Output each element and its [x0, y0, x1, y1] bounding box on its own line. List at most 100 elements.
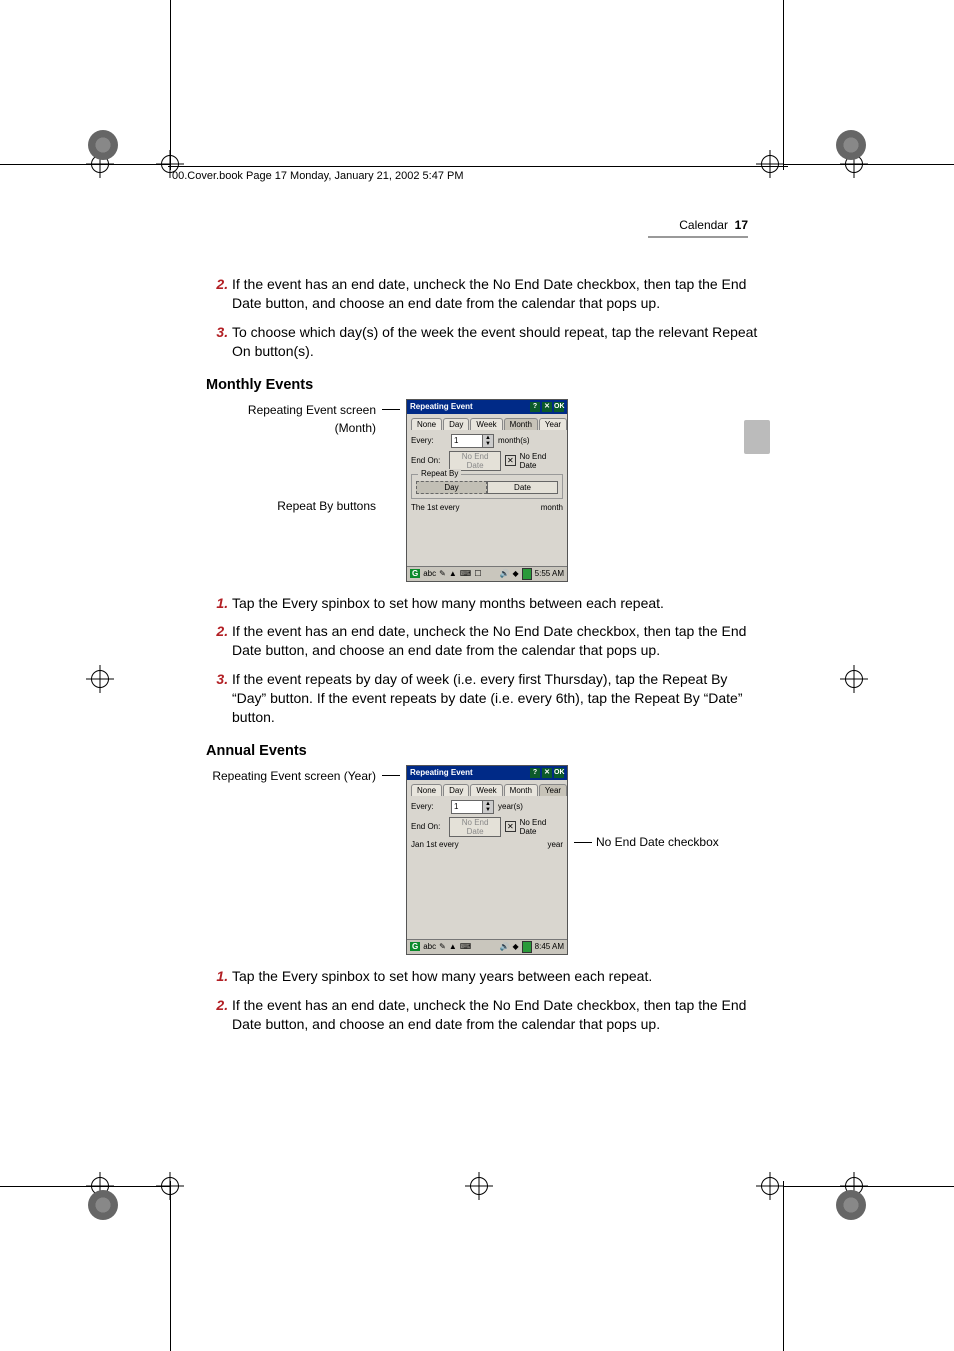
intro-steps: If the event has an end date, uncheck th…: [206, 275, 761, 361]
close-icon[interactable]: ✕: [542, 402, 552, 412]
repeat-by-segment[interactable]: Day Date: [416, 481, 558, 494]
help-icon[interactable]: ?: [530, 402, 540, 412]
heading-monthly: Monthly Events: [206, 377, 761, 393]
start-icon[interactable]: G: [410, 569, 420, 578]
pda-title: Repeating Event: [410, 768, 473, 777]
pen-icon[interactable]: ✎: [439, 569, 446, 578]
desc-right: year: [547, 840, 563, 849]
end-date-button[interactable]: No End Date: [449, 817, 501, 837]
annual-step-2: If the event has an end date, uncheck th…: [232, 996, 761, 1034]
tab-none[interactable]: None: [411, 418, 442, 430]
sip-abc-icon[interactable]: abc: [423, 569, 436, 578]
tab-year[interactable]: Year: [539, 418, 567, 430]
every-value[interactable]: 1: [452, 436, 482, 445]
sync-icon[interactable]: ◆: [512, 569, 518, 578]
crop-mark: [756, 150, 784, 178]
sip-abc-icon[interactable]: abc: [423, 942, 436, 951]
every-unit: year(s): [498, 802, 523, 811]
crop-ball: [88, 1190, 118, 1220]
tab-none[interactable]: None: [411, 784, 442, 796]
figure-annual: Repeating Event screen (Year) Repeating …: [206, 765, 761, 955]
ok-icon[interactable]: OK: [554, 768, 564, 778]
battery-icon: [522, 941, 532, 953]
repeat-by-date-button[interactable]: Date: [487, 481, 558, 494]
every-spinbox[interactable]: 1 ▲▼: [451, 434, 494, 448]
titlebar-buttons[interactable]: ? ✕ OK: [530, 768, 564, 778]
step-2: If the event has an end date, uncheck th…: [232, 275, 761, 313]
print-header: 00.Cover.book Page 17 Monday, January 21…: [172, 170, 464, 182]
callout-repeat-by: Repeat By buttons: [206, 497, 376, 515]
no-end-date-label: No End Date: [520, 818, 563, 836]
tab-day[interactable]: Day: [443, 418, 469, 430]
end-label: End On:: [411, 822, 445, 831]
battery-icon: [522, 568, 532, 580]
close-icon[interactable]: ✕: [542, 768, 552, 778]
page-number: 17: [735, 218, 748, 232]
titlebar-buttons[interactable]: ? ✕ OK: [530, 402, 564, 412]
up-icon[interactable]: ▲: [449, 569, 457, 578]
monthly-step-2: If the event has an end date, uncheck th…: [232, 622, 761, 660]
ok-icon[interactable]: OK: [554, 402, 564, 412]
sync-icon[interactable]: ◆: [512, 942, 518, 951]
end-label: End On:: [411, 456, 445, 465]
pda-screenshot-month: Repeating Event ? ✕ OK None Day Week Mon…: [406, 399, 568, 582]
no-end-date-checkbox[interactable]: ✕: [505, 455, 516, 466]
no-end-date-checkbox[interactable]: ✕: [505, 821, 516, 832]
crop-mark: [840, 665, 868, 693]
callout-no-end-date: No End Date checkbox: [574, 765, 744, 849]
header-rule: [168, 166, 788, 167]
keyboard-icon[interactable]: ⌨: [460, 569, 472, 578]
repeat-by-label: Repeat By: [418, 469, 461, 478]
monthly-steps: Tap the Every spinbox to set how many mo…: [206, 594, 761, 727]
every-label: Every:: [411, 436, 447, 445]
help-icon[interactable]: ?: [530, 768, 540, 778]
end-date-button[interactable]: No End Date: [449, 451, 501, 471]
running-head-rule: [648, 236, 748, 238]
every-value[interactable]: 1: [452, 802, 482, 811]
repeat-tabs[interactable]: None Day Week Month Year: [411, 784, 563, 796]
desc-left: The 1st every: [411, 503, 459, 512]
taskbar: G abc ✎ ▲ ⌨ 🔊 ◆ 8:45 AM: [407, 939, 567, 954]
desc-right: month: [541, 503, 563, 512]
step-3: To choose which day(s) of the week the e…: [232, 323, 761, 361]
no-end-date-label: No End Date: [520, 452, 563, 470]
tab-month[interactable]: Month: [504, 418, 538, 430]
crop-ball: [836, 130, 866, 160]
repeat-by-group: Repeat By Day Date: [411, 474, 563, 499]
annual-step-1: Tap the Every spinbox to set how many ye…: [232, 967, 761, 986]
tab-week[interactable]: Week: [470, 784, 502, 796]
pda-title: Repeating Event: [410, 402, 473, 411]
monthly-step-1: Tap the Every spinbox to set how many mo…: [232, 594, 761, 613]
up-icon[interactable]: ▲: [449, 942, 457, 951]
keyboard-icon[interactable]: ⌨: [460, 942, 472, 951]
clock-time: 5:55 AM: [535, 569, 564, 578]
taskbar: G abc ✎ ▲ ⌨ ☐ 🔊 ◆ 5:55 AM: [407, 566, 567, 581]
repeat-tabs[interactable]: None Day Week Month Year: [411, 418, 563, 430]
figure-monthly: Repeating Event screen (Month) Repeat By…: [206, 399, 761, 582]
tab-week[interactable]: Week: [470, 418, 502, 430]
tab-month[interactable]: Month: [504, 784, 538, 796]
callout-annual-screen: Repeating Event screen (Year): [206, 767, 376, 785]
crop-mark: [156, 1172, 184, 1200]
spin-arrows-icon[interactable]: ▲▼: [482, 801, 493, 813]
crop-mark: [756, 1172, 784, 1200]
crop-ball: [88, 130, 118, 160]
pen-icon[interactable]: ✎: [439, 942, 446, 951]
start-icon[interactable]: G: [410, 942, 420, 951]
heading-annual: Annual Events: [206, 743, 761, 759]
crop-ball: [836, 1190, 866, 1220]
note-icon[interactable]: ☐: [474, 569, 481, 578]
volume-icon[interactable]: 🔊: [500, 942, 510, 951]
crop-mark: [86, 665, 114, 693]
crop-mark: [465, 1172, 493, 1200]
clock-time: 8:45 AM: [535, 942, 564, 951]
desc-left: Jan 1st every: [411, 840, 459, 849]
every-label: Every:: [411, 802, 447, 811]
repeat-by-day-button[interactable]: Day: [416, 481, 487, 494]
pda-screenshot-year: Repeating Event ? ✕ OK None Day Week Mon…: [406, 765, 568, 955]
every-spinbox[interactable]: 1 ▲▼: [451, 800, 494, 814]
tab-day[interactable]: Day: [443, 784, 469, 796]
volume-icon[interactable]: 🔊: [500, 569, 510, 578]
spin-arrows-icon[interactable]: ▲▼: [482, 435, 493, 447]
tab-year[interactable]: Year: [539, 784, 567, 796]
